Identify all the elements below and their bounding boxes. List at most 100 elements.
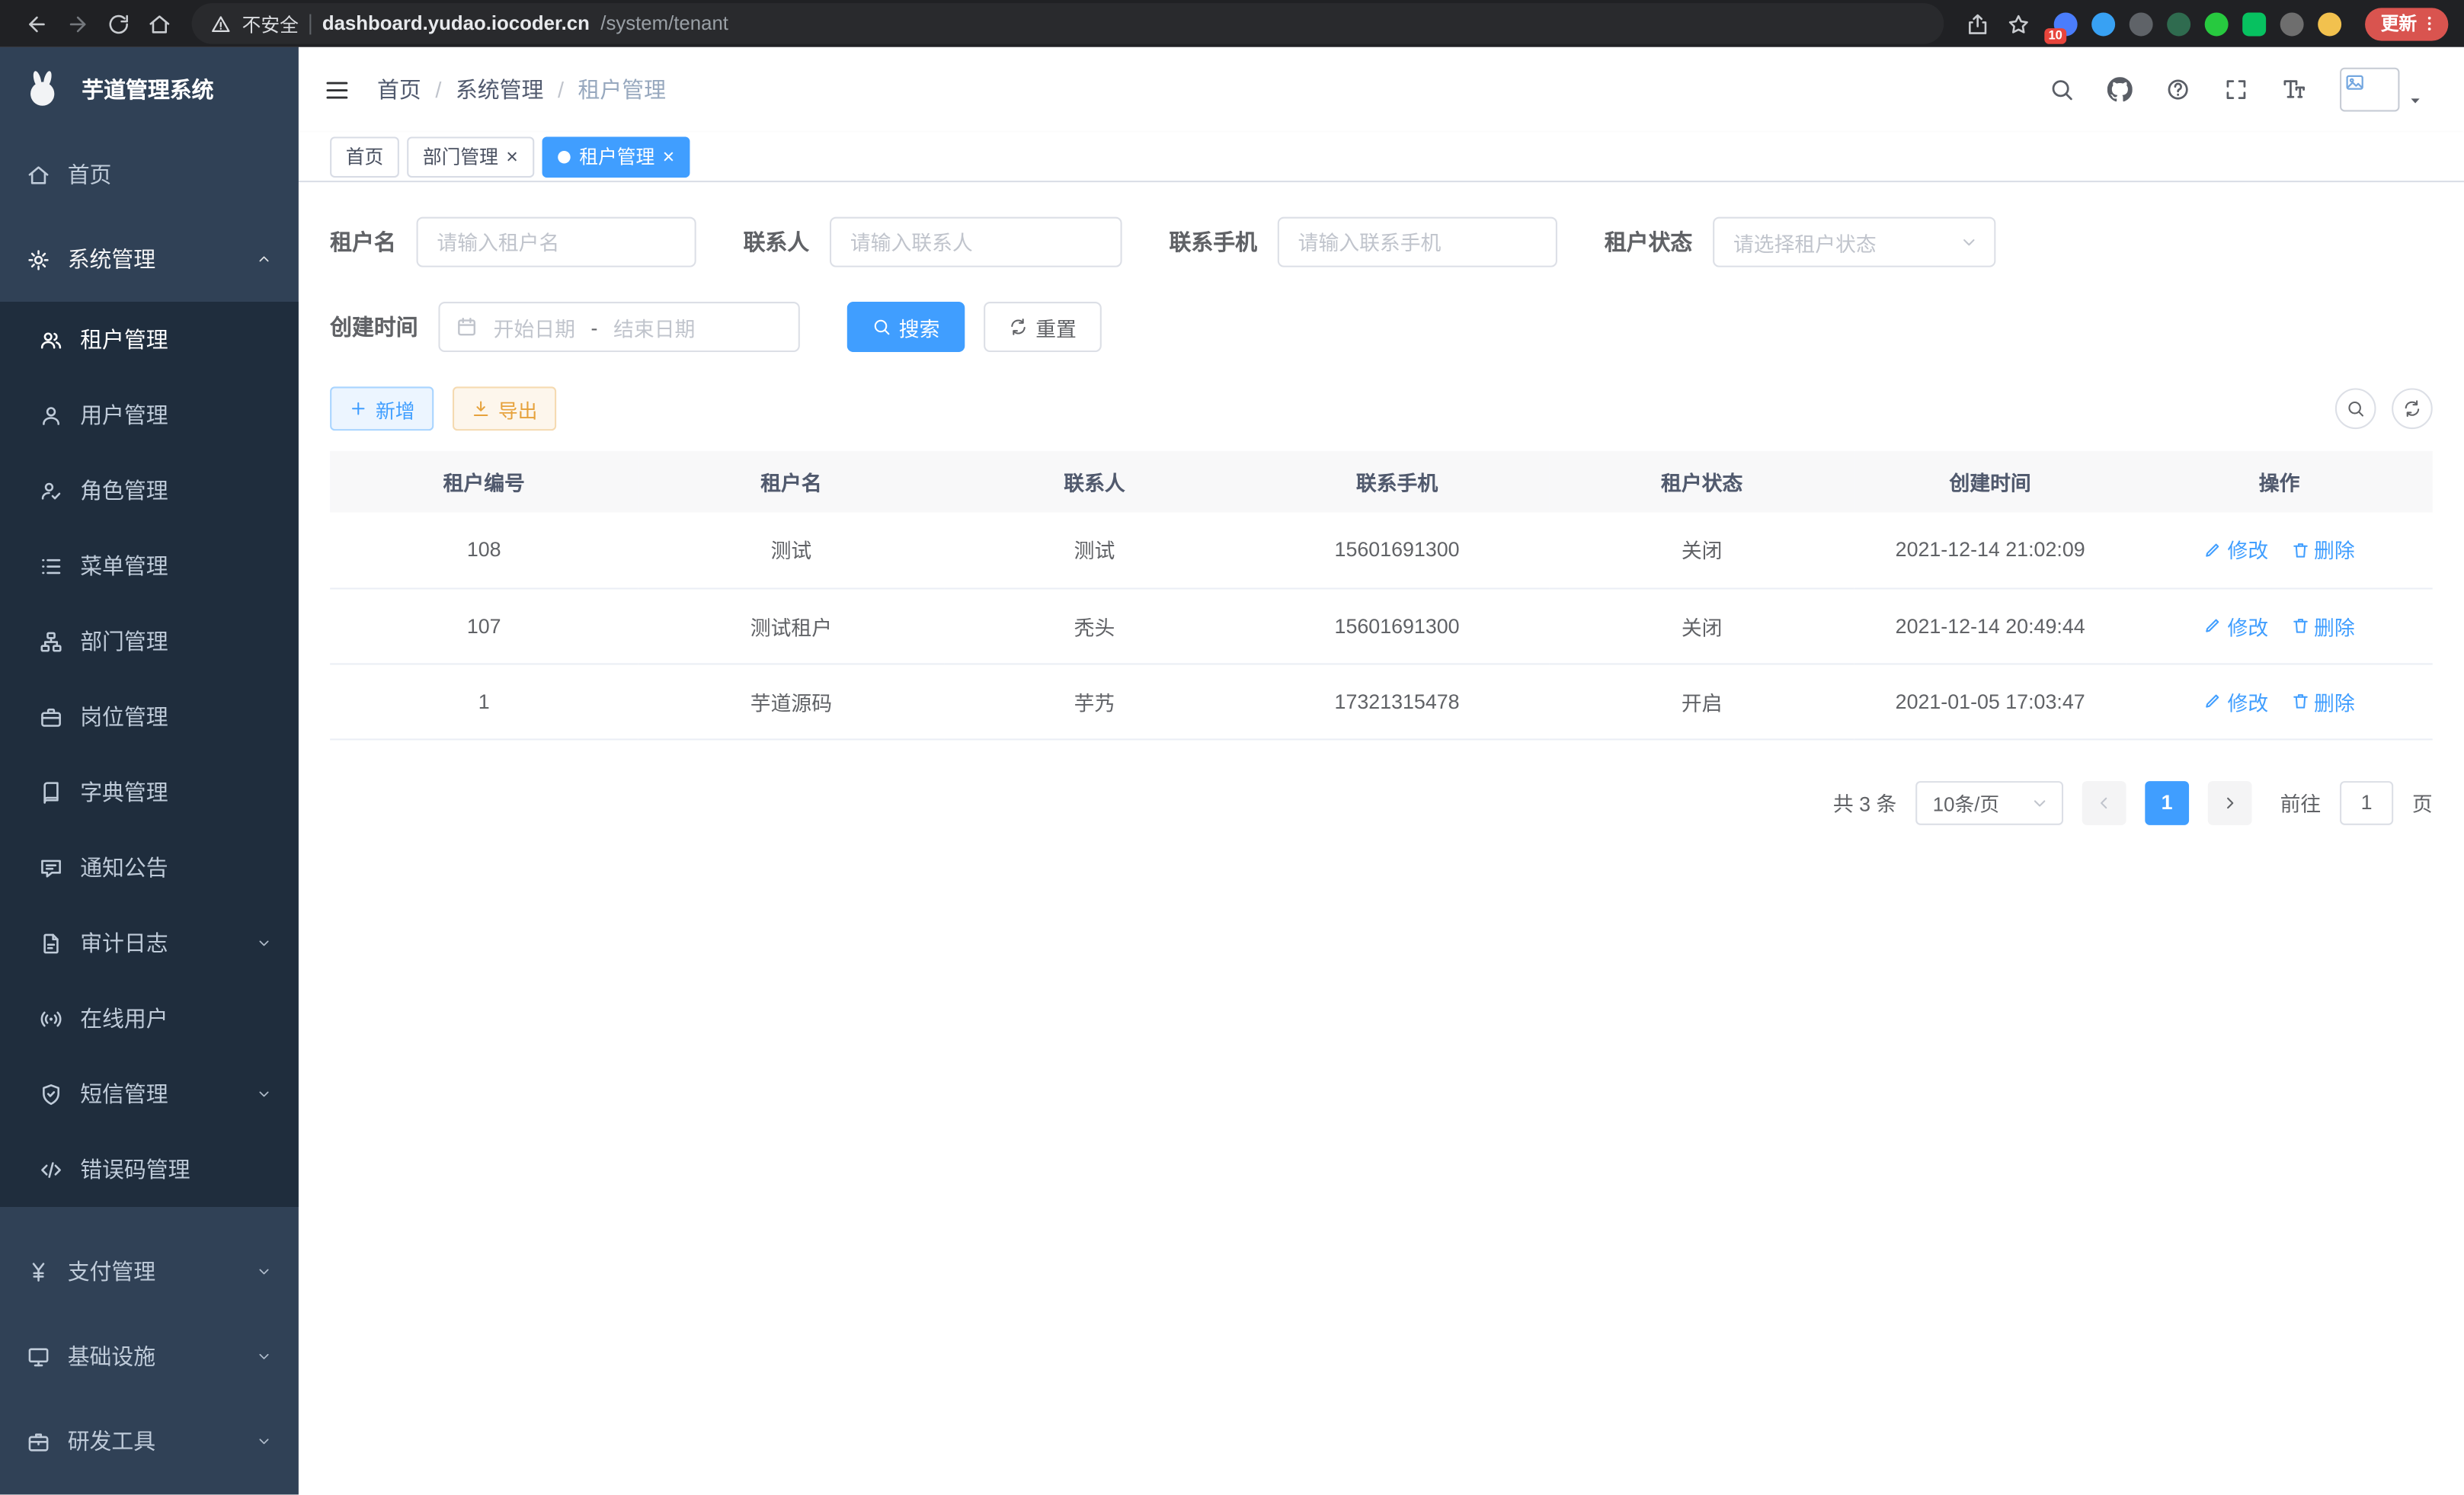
broken-image-icon [2344, 72, 2365, 93]
sidebar-item[interactable]: 岗位管理 [0, 679, 299, 754]
extension-icon-2[interactable] [2091, 11, 2115, 35]
sidebar-item[interactable]: 部门管理 [0, 603, 299, 679]
extension-icon-1[interactable]: 10 [2054, 11, 2078, 35]
breadcrumb-item[interactable]: 首页 [377, 74, 421, 105]
extension-icon-7[interactable] [2280, 11, 2304, 35]
sidebar-item[interactable]: 基础设施 [0, 1314, 299, 1398]
extension-icon-5[interactable] [2205, 11, 2229, 35]
extension-icon-8[interactable] [2318, 11, 2341, 35]
sidebar-item[interactable]: 审计日志 [0, 905, 299, 981]
goto-label: 前往 [2280, 787, 2322, 817]
add-button[interactable]: 新增 [330, 386, 434, 431]
toggle-search-button[interactable] [2335, 388, 2376, 429]
tab-label: 租户管理 [579, 143, 654, 170]
cell-actions: 修改 删除 [2126, 587, 2433, 663]
table-row: 1芋道源码芋艿17321315478开启2021-01-05 17:03:47修… [330, 663, 2433, 738]
kebab-menu-icon [2420, 14, 2439, 34]
edit-link[interactable]: 修改 [2204, 686, 2269, 715]
edit-link[interactable]: 修改 [2204, 535, 2269, 565]
tags-view-bar: 首页部门管理× 租户管理 × [299, 132, 2464, 182]
refresh-icon [1009, 318, 1028, 337]
extension-icon-6[interactable] [2242, 11, 2266, 35]
close-icon[interactable]: × [506, 146, 518, 167]
reload-icon[interactable] [98, 3, 139, 44]
sidebar-item[interactable]: 系统管理 [0, 217, 299, 302]
table-toolbar: 新增 导出 [330, 386, 2433, 431]
sidebar-item[interactable]: 支付管理 [0, 1229, 299, 1314]
close-icon[interactable]: × [663, 146, 675, 167]
sidebar-item[interactable]: 首页 [0, 132, 299, 216]
forward-icon[interactable] [56, 3, 98, 44]
github-icon[interactable] [2107, 77, 2133, 102]
view-tab[interactable]: 租户管理 × [542, 136, 690, 177]
phone-input[interactable] [1278, 217, 1557, 267]
sidebar-item[interactable]: 通知公告 [0, 830, 299, 905]
view-tab[interactable]: 部门管理× [407, 136, 533, 177]
sidebar-item[interactable]: 租户管理 [0, 302, 299, 377]
fullscreen-icon[interactable] [2223, 77, 2248, 102]
logo[interactable]: 芋道管理系统 [0, 47, 299, 132]
export-button[interactable]: 导出 [453, 386, 556, 431]
extension-icon-3[interactable] [2130, 11, 2153, 35]
sidebar-item[interactable]: 菜单管理 [0, 528, 299, 603]
date-end-placeholder: 结束日期 [613, 312, 695, 341]
sidebar-item[interactable]: 角色管理 [0, 453, 299, 528]
browser-toolbar: 不安全 dashboard.yudao.iocoder.cn/system/te… [0, 0, 2464, 47]
refresh-table-button[interactable] [2392, 388, 2433, 429]
status-select[interactable]: 请选择租户状态 [1713, 217, 1995, 267]
column-header: 联系人 [945, 451, 1245, 512]
edit-link[interactable]: 修改 [2204, 610, 2269, 640]
prev-page-button[interactable] [2082, 780, 2126, 824]
menu-list-icon [40, 554, 63, 578]
user-avatar[interactable] [2340, 68, 2423, 112]
cell-name: 测试租户 [638, 587, 944, 663]
extension-badge: 10 [2044, 27, 2066, 43]
sidebar-item[interactable]: 错误码管理 [0, 1132, 299, 1207]
cell-id: 107 [330, 587, 638, 663]
current-page-button[interactable]: 1 [2145, 780, 2189, 824]
search-button[interactable]: 搜索 [847, 302, 965, 352]
contact-input[interactable] [830, 217, 1122, 267]
reset-button[interactable]: 重置 [984, 302, 1102, 352]
pagination: 共 3 条 10条/页 1 前往 页 [330, 780, 2433, 824]
sidebar-item-label: 通知公告 [80, 852, 272, 883]
date-range-picker[interactable]: 开始日期 - 结束日期 [438, 302, 799, 352]
sidebar-collapse-icon[interactable] [324, 76, 350, 103]
delete-link-label: 删除 [2314, 610, 2355, 640]
cell-phone: 15601691300 [1245, 512, 1550, 587]
breadcrumb-item[interactable]: 系统管理 [456, 74, 544, 105]
tenant-name-input[interactable] [417, 217, 696, 267]
sidebar-item[interactable]: 用户管理 [0, 377, 299, 453]
delete-link[interactable]: 删除 [2290, 610, 2355, 640]
edit-link-label: 修改 [2228, 535, 2269, 565]
sidebar-item-label: 字典管理 [80, 776, 272, 808]
address-bar[interactable]: 不安全 dashboard.yudao.iocoder.cn/system/te… [192, 3, 1944, 44]
goto-page-input[interactable] [2340, 780, 2393, 824]
extension-icon-4[interactable] [2167, 11, 2190, 35]
view-tab[interactable]: 首页 [330, 136, 399, 177]
cell-contact: 芋艿 [945, 663, 1245, 738]
sidebar-item-label: 租户管理 [80, 324, 272, 355]
logo-image [19, 66, 66, 114]
update-button[interactable]: 更新 [2365, 7, 2448, 40]
browser-home-icon[interactable] [139, 3, 180, 44]
sidebar-item[interactable]: 在线用户 [0, 981, 299, 1056]
pay-icon [27, 1260, 50, 1283]
help-icon[interactable] [2165, 77, 2190, 102]
active-tab-dot [557, 150, 570, 163]
next-page-button[interactable] [2208, 780, 2252, 824]
font-size-icon[interactable] [2282, 77, 2307, 102]
address-divider [309, 14, 311, 34]
delete-link[interactable]: 删除 [2290, 686, 2355, 715]
delete-link[interactable]: 删除 [2290, 535, 2355, 565]
back-icon[interactable] [16, 3, 57, 44]
share-icon[interactable] [1957, 3, 1998, 44]
page-size-select[interactable]: 10条/页 [1915, 780, 2063, 824]
plus-icon [349, 399, 368, 418]
sidebar-item[interactable]: 短信管理 [0, 1056, 299, 1132]
header-search-icon[interactable] [2050, 77, 2075, 102]
sidebar-item[interactable]: 字典管理 [0, 754, 299, 830]
bookmark-star-icon[interactable] [1997, 3, 2038, 44]
sidebar-item[interactable]: 研发工具 [0, 1399, 299, 1484]
reset-button-label: 重置 [1035, 312, 1077, 341]
